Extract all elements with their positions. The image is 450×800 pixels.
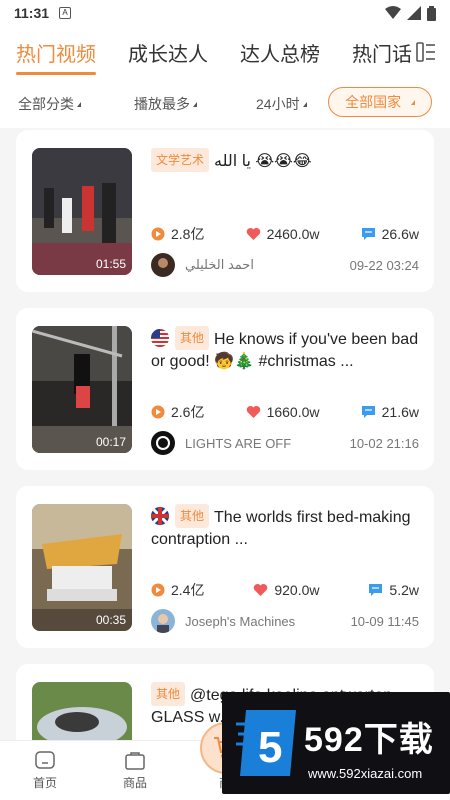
play-icon <box>151 583 165 597</box>
play-count: 2.8亿 <box>151 224 204 244</box>
comment-count: 5.2w <box>368 580 419 600</box>
us-flag-icon <box>151 329 169 347</box>
avatar[interactable] <box>151 253 175 277</box>
signal-icon <box>407 6 421 20</box>
heart-icon <box>246 228 260 240</box>
video-card[interactable]: 01:55 文学艺术 يا الله 😭😭😂 2.8亿 2460.0w 26.6w… <box>16 130 434 292</box>
play-icon <box>151 405 165 419</box>
video-stats: 2.4亿 920.0w 5.2w <box>151 580 419 600</box>
video-card[interactable]: 00:17 其他 He knows if you've been bad or g… <box>16 308 434 470</box>
caret-icon <box>77 101 81 107</box>
author-row[interactable]: Joseph's Machines 10-09 11:45 <box>151 609 419 633</box>
status-bar: 11:31 A <box>0 0 450 26</box>
play-count-value: 2.6亿 <box>171 404 205 420</box>
filter-category[interactable]: 全部分类 <box>18 94 81 114</box>
like-count: 920.0w <box>253 580 320 600</box>
video-duration: 00:35 <box>95 613 126 627</box>
filter-period-label: 24小时 <box>256 96 300 112</box>
filter-sort-label: 播放最多 <box>134 96 190 112</box>
grid-menu-icon[interactable] <box>416 42 436 62</box>
wifi-icon <box>385 6 401 19</box>
comment-count-value: 26.6w <box>381 226 419 242</box>
nav-products-label: 商品 <box>122 776 147 790</box>
video-thumbnail[interactable]: 01:55 <box>32 148 132 275</box>
play-count: 2.6亿 <box>151 402 204 422</box>
like-count: 1660.0w <box>246 402 320 422</box>
nav-home[interactable]: 首页 <box>0 750 90 791</box>
uk-flag-icon <box>151 507 169 525</box>
tab-hot-topics[interactable]: 热门话 <box>352 38 412 67</box>
post-time: 10-02 21:16 <box>349 435 419 451</box>
like-count-value: 920.0w <box>274 582 320 598</box>
tab-hot-videos[interactable]: 热门视频 <box>16 38 96 75</box>
video-stats: 2.8亿 2460.0w 26.6w <box>151 224 419 244</box>
top-tab-bar: 热门视频 成长达人 达人总榜 热门话 <box>0 26 450 78</box>
post-time: 09-22 03:24 <box>349 257 419 273</box>
comment-icon <box>361 406 375 418</box>
like-count-value: 2460.0w <box>266 226 320 242</box>
author-row[interactable]: LIGHTS ARE OFF 10-02 21:16 <box>151 431 419 455</box>
play-count: 2.4亿 <box>151 580 204 600</box>
play-icon <box>151 227 165 241</box>
filter-sort[interactable]: 播放最多 <box>134 94 197 114</box>
heart-icon <box>246 406 260 418</box>
category-badge: 其他 <box>175 504 210 528</box>
caret-icon <box>302 101 307 107</box>
author-name: LIGHTS ARE OFF <box>185 435 292 451</box>
video-thumbnail[interactable]: 00:35 <box>32 504 132 631</box>
filter-category-label: 全部分类 <box>18 96 74 112</box>
video-title-line: 文学艺术 يا الله 😭😭😂 <box>151 148 419 173</box>
video-title-line: 其他 The worlds first bed-making contraptio… <box>151 504 419 551</box>
watermark-digit: 5 <box>258 723 282 772</box>
tab-growth-creators[interactable]: 成长达人 <box>128 38 208 67</box>
author-name: Joseph's Machines <box>185 613 296 629</box>
heart-icon <box>254 584 268 596</box>
avatar[interactable] <box>151 431 175 455</box>
watermark-text: 592下载 <box>304 721 434 759</box>
comment-count-value: 5.2w <box>389 582 419 598</box>
bag-icon <box>125 752 145 770</box>
nav-home-label: 首页 <box>32 776 57 790</box>
category-badge: 文学艺术 <box>151 148 210 172</box>
watermark-logo: 5 592下载 www.592xiazai.com <box>222 692 450 794</box>
category-badge: 其他 <box>175 326 210 350</box>
play-count-value: 2.8亿 <box>171 226 205 242</box>
video-title-line: 其他 He knows if you've been bad or good! 🧒… <box>151 326 419 373</box>
comment-icon <box>369 584 383 596</box>
filter-country-label: 全部国家 <box>345 94 402 110</box>
like-count-value: 1660.0w <box>266 404 320 420</box>
watermark-url: www.592xiazai.com <box>308 766 423 781</box>
video-title: يا الله 😭😭😂 <box>214 153 312 170</box>
post-time: 10-09 11:45 <box>350 613 419 629</box>
like-count: 2460.0w <box>246 224 320 244</box>
avatar[interactable] <box>151 609 175 633</box>
play-count-value: 2.4亿 <box>171 582 205 598</box>
tab-creator-ranking[interactable]: 达人总榜 <box>240 38 320 67</box>
filter-bar: 全部分类 播放最多 24小时 全部国家 <box>0 78 450 128</box>
filter-period[interactable]: 24小时 <box>256 94 307 114</box>
comment-count: 21.6w <box>361 402 419 422</box>
nav-products[interactable]: 商品 <box>90 750 180 791</box>
comment-count-value: 21.6w <box>381 404 419 420</box>
video-stats: 2.6亿 1660.0w 21.6w <box>151 402 419 422</box>
watermark-badge-icon: 5 <box>236 710 296 776</box>
caret-icon <box>193 101 197 107</box>
comment-icon <box>361 228 375 240</box>
video-thumbnail[interactable] <box>32 682 132 744</box>
video-duration: 00:17 <box>95 435 126 449</box>
video-card[interactable]: 00:35 其他 The worlds first bed-making cont… <box>16 486 434 648</box>
caret-icon <box>411 99 415 105</box>
video-duration: 01:55 <box>95 257 126 271</box>
home-icon <box>35 751 55 769</box>
category-badge: 其他 <box>151 682 186 706</box>
filter-country[interactable]: 全部国家 <box>328 87 432 117</box>
status-time: 11:31 <box>14 5 50 21</box>
author-row[interactable]: احمد الخليلي 09-22 03:24 <box>151 253 419 277</box>
comment-count: 26.6w <box>361 224 419 244</box>
video-thumbnail[interactable]: 00:17 <box>32 326 132 453</box>
sim-icon: A <box>59 7 72 19</box>
battery-icon <box>427 5 436 21</box>
author-name: احمد الخليلي <box>185 257 254 272</box>
